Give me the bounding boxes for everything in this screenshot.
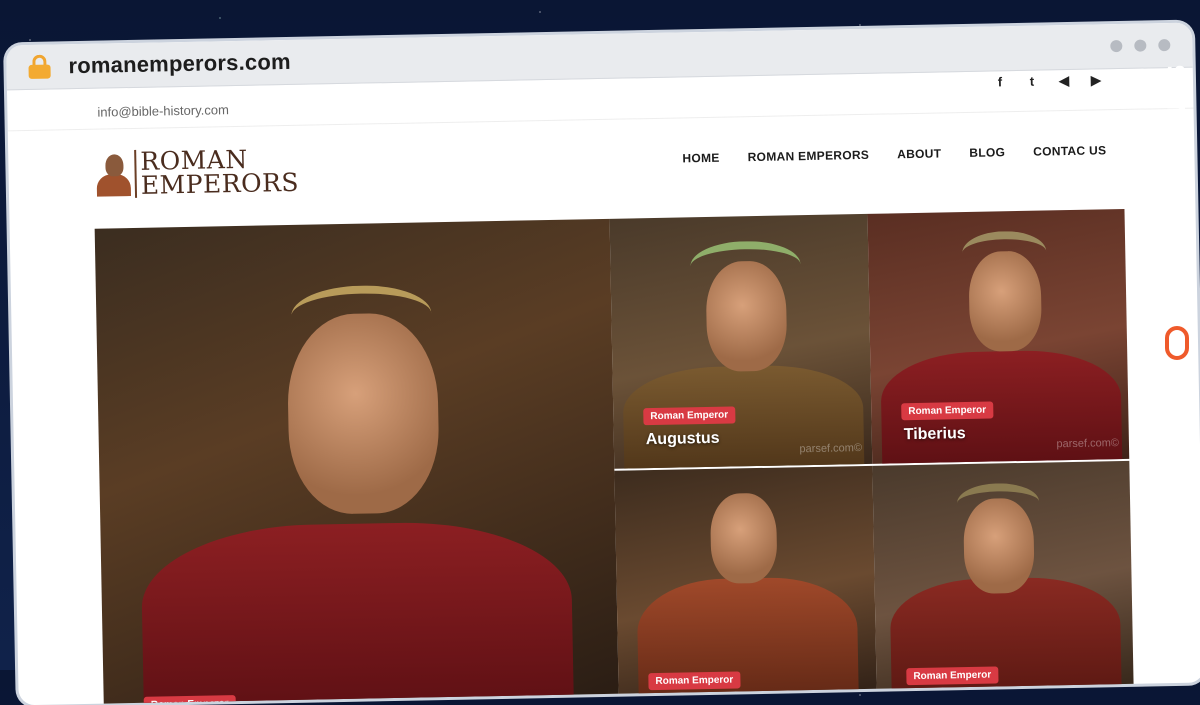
logo-line-2: EMPERORS bbox=[140, 167, 300, 200]
telegram-icon[interactable]: ◀ bbox=[1057, 73, 1071, 89]
laurel-wreath-icon bbox=[961, 230, 1047, 275]
featured-tile-augustus[interactable]: Roman Emperor Augustus parsef.com© bbox=[609, 213, 873, 469]
window-dot-icon[interactable] bbox=[1134, 39, 1147, 52]
menu-item-about[interactable]: ABOUT bbox=[897, 146, 941, 161]
facebook-icon[interactable]: f bbox=[993, 74, 1007, 90]
category-badge[interactable]: Roman Emperor bbox=[648, 671, 741, 691]
social-links: f t ◀ ▶ bbox=[993, 72, 1103, 90]
link-icon bbox=[1165, 326, 1189, 360]
twitter-icon[interactable]: t bbox=[1025, 74, 1039, 90]
featured-grid: Roman Emperor Roman Emperor Augustus par… bbox=[94, 208, 1134, 705]
watermark: parsef.com© bbox=[799, 442, 863, 456]
category-badge[interactable]: Roman Emperor bbox=[143, 695, 236, 705]
url-text[interactable]: romanemperors.com bbox=[68, 49, 291, 79]
laurel-wreath-icon bbox=[956, 482, 1040, 523]
watermark: parsef.com© bbox=[1056, 437, 1120, 451]
emperor-bust-icon bbox=[96, 152, 132, 197]
logo-text: ROMAN EMPERORS bbox=[134, 145, 300, 200]
window-controls bbox=[1110, 39, 1171, 53]
brand-text: GUESTPOSTLINKS bbox=[1163, 62, 1191, 318]
guestpostlinks-brand: GUESTPOSTLINKS bbox=[1160, 60, 1194, 360]
portrait-face bbox=[709, 492, 778, 584]
page: info@bible-history.com f t ◀ ▶ ROMAN EMP… bbox=[6, 67, 1200, 705]
portrait-robe bbox=[140, 519, 575, 705]
emperor-name[interactable]: Tiberius bbox=[904, 425, 966, 444]
window-dot-icon[interactable] bbox=[1110, 39, 1123, 53]
youtube-icon[interactable]: ▶ bbox=[1089, 72, 1103, 88]
browser-window: romanemperors.com info@bible-history.com… bbox=[6, 22, 1200, 705]
menu-item-roman-emperors[interactable]: ROMAN EMPERORS bbox=[748, 148, 870, 164]
featured-tile-3[interactable]: Roman Emperor bbox=[614, 465, 877, 701]
main-menu: HOME ROMAN EMPERORS ABOUT BLOG CONTAC US bbox=[682, 143, 1106, 165]
featured-tile-large[interactable]: Roman Emperor bbox=[94, 218, 619, 705]
featured-tile-4[interactable]: Roman Emperor bbox=[872, 460, 1134, 696]
lock-icon bbox=[28, 54, 51, 79]
menu-item-contact[interactable]: CONTAC US bbox=[1033, 143, 1106, 158]
laurel-wreath-icon bbox=[690, 240, 801, 291]
menu-item-home[interactable]: HOME bbox=[682, 151, 719, 166]
category-badge[interactable]: Roman Emperor bbox=[643, 406, 736, 426]
category-badge[interactable]: Roman Emperor bbox=[906, 666, 999, 686]
category-badge[interactable]: Roman Emperor bbox=[901, 401, 994, 421]
featured-tile-tiberius[interactable]: Roman Emperor Tiberius parsef.com© bbox=[867, 208, 1130, 464]
emperor-name[interactable]: Augustus bbox=[646, 430, 720, 449]
site-logo[interactable]: ROMAN EMPERORS bbox=[96, 145, 300, 200]
contact-email[interactable]: info@bible-history.com bbox=[97, 102, 229, 120]
menu-item-blog[interactable]: BLOG bbox=[969, 145, 1005, 160]
laurel-wreath-icon bbox=[290, 284, 432, 345]
window-dot-icon[interactable] bbox=[1158, 39, 1171, 52]
